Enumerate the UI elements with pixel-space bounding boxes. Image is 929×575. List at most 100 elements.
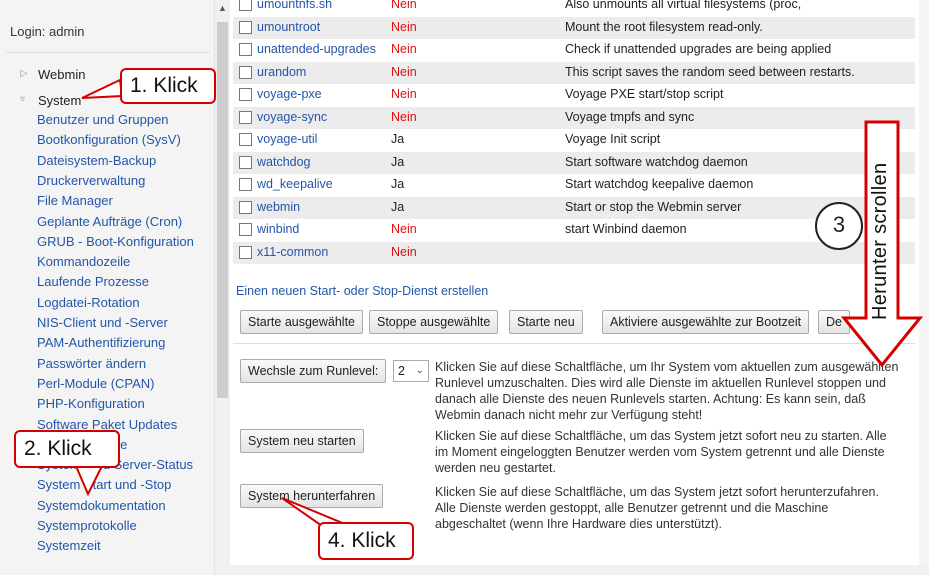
row-checkbox[interactable] — [239, 43, 252, 56]
service-name-link[interactable]: urandom — [257, 65, 306, 79]
service-description: Start or stop the Webmin server — [565, 199, 742, 214]
text-line: danach alle Dienste des neuen Runlevels … — [435, 392, 866, 406]
service-description: This script saves the random seed betwee… — [565, 64, 855, 79]
sidebar-menu-item[interactable]: Systemdokumentation — [37, 498, 166, 513]
sidebar-divider — [6, 52, 210, 53]
boot-status: Nein — [391, 244, 417, 259]
service-name-link[interactable]: wd_keepalive — [257, 177, 333, 191]
row-checkbox[interactable] — [239, 0, 252, 11]
row-checkbox[interactable] — [239, 200, 252, 214]
horizontal-scrollbar[interactable] — [229, 565, 929, 575]
sidebar-menu-item[interactable]: Systemprotokolle — [37, 518, 137, 533]
sidebar-category-system[interactable]: ▿ System — [20, 93, 81, 108]
sidebar-menu-item[interactable]: Kommandozeile — [37, 254, 130, 269]
callout-4: 4. Klick — [318, 522, 414, 560]
service-name-link[interactable]: winbind — [257, 222, 299, 236]
table-row: winbind Nein start Winbind daemon — [233, 219, 915, 241]
boot-status: Nein — [391, 109, 417, 124]
table-row: voyage-util Ja Voyage Init script — [233, 129, 915, 151]
change-runlevel-button[interactable]: Wechsle zum Runlevel: — [240, 359, 387, 383]
boot-status: Nein — [391, 19, 417, 34]
sidebar-menu-item[interactable]: Laufende Prozesse — [37, 274, 149, 289]
boot-status: Nein — [391, 64, 417, 79]
sidebar-category-label: System — [38, 93, 82, 108]
sidebar-scroll-thumb[interactable] — [217, 22, 228, 398]
sidebar-menu-item[interactable]: Bootkonfiguration (SysV) — [37, 132, 181, 147]
text-line: im Moment eingeloggten Benutzer werden v… — [435, 445, 885, 459]
runlevel-explanation: Klicken Sie auf diese Schaltfläche, um I… — [435, 359, 898, 423]
create-service-link[interactable]: Einen neuen Start- oder Stop-Dienst erst… — [236, 284, 488, 298]
service-description: Check if unattended upgrades are being a… — [565, 42, 832, 56]
service-name-link[interactable]: watchdog — [257, 155, 311, 169]
callout-1: 1. Klick — [120, 68, 216, 104]
table-row: wd_keepalive Ja Start watchdog keepalive d… — [233, 174, 915, 196]
restart-button[interactable]: Starte neu — [509, 310, 583, 334]
sidebar-menu-item[interactable]: GRUB - Boot-Konfiguration — [37, 234, 194, 249]
sidebar-menu-item[interactable]: Passwörter ändern — [37, 356, 146, 371]
sidebar-menu-item[interactable]: Geplante Aufträge (Cron) — [37, 214, 182, 229]
service-name-link[interactable]: umountroot — [257, 20, 320, 34]
sidebar-menu-item[interactable]: PHP-Konfiguration — [37, 396, 145, 411]
row-checkbox[interactable] — [239, 65, 252, 79]
sidebar-category-webmin[interactable]: ▷ Webmin — [20, 67, 85, 82]
service-description: Voyage Init script — [565, 132, 661, 146]
boot-status: Nein — [391, 222, 417, 236]
table-row: voyage-sync Nein Voyage tmpfs and sync — [233, 106, 915, 129]
sidebar-menu-item[interactable]: System Start und -Stop — [37, 477, 171, 492]
chevron-down-icon: ⌄ — [415, 365, 424, 376]
table-row: urandom Nein This script saves the random … — [233, 61, 915, 84]
service-name-link[interactable]: voyage-util — [257, 132, 317, 146]
row-checkbox[interactable] — [239, 178, 252, 191]
service-description: Mount the root filesystem read-only. — [565, 19, 763, 34]
row-checkbox[interactable] — [239, 245, 252, 259]
sidebar-menu-item[interactable]: Benutzer und Gruppen — [37, 112, 169, 127]
service-description: Also unmounts all virtual filesystems (p… — [565, 0, 802, 11]
sidebar-scrollbar[interactable]: ▲ — [214, 0, 230, 575]
service-name-link[interactable]: voyage-sync — [257, 110, 327, 124]
row-checkbox[interactable] — [239, 88, 252, 101]
service-name-link[interactable]: webmin — [257, 200, 300, 214]
table-row: x11-common Nein — [233, 241, 915, 264]
shutdown-button[interactable]: System herunterfahren — [240, 484, 384, 508]
scroll-up-arrow-icon[interactable]: ▲ — [218, 3, 227, 13]
table-row: voyage-pxe Nein Voyage PXE start/stop scri… — [233, 84, 915, 106]
text-line: Klicken Sie auf diese Schaltfläche, um d… — [435, 429, 887, 443]
text-line: Alle Dienste werden gestoppt, alle Benut… — [435, 501, 829, 515]
row-checkbox[interactable] — [239, 133, 252, 146]
service-description: Voyage tmpfs and sync — [565, 109, 695, 124]
sidebar-menu-item[interactable]: PAM-Authentifizierung — [37, 335, 165, 350]
deactivate-at-boot-button[interactable]: De — [818, 310, 850, 334]
sidebar-menu-item[interactable]: Dateisystem-Backup — [37, 153, 156, 168]
row-checkbox[interactable] — [239, 110, 252, 124]
text-line: Klicken Sie auf diese Schaltfläche, um I… — [435, 360, 899, 374]
service-name-link[interactable]: umountnfs.sh — [257, 0, 332, 11]
text-line: Runlevel umzuschalten. Dies wird alle Di… — [435, 376, 886, 390]
activate-at-boot-button[interactable]: Aktiviere ausgewählte zur Bootzeit — [602, 310, 810, 334]
expanded-triangle-icon: ▿ — [20, 94, 26, 105]
service-name-link[interactable]: unattended-upgrades — [257, 42, 376, 56]
sidebar-menu-item[interactable]: Perl-Module (CPAN) — [37, 376, 155, 391]
sidebar-category-label: Webmin — [38, 67, 86, 82]
reboot-button[interactable]: System neu starten — [240, 429, 364, 453]
shutdown-explanation: Klicken Sie auf diese Schaltfläche, um d… — [435, 484, 879, 532]
row-checkbox[interactable] — [239, 155, 252, 169]
sidebar-menu-item[interactable]: Systemzeit — [37, 538, 101, 553]
start-selected-button[interactable]: Starte ausgewählte — [240, 310, 364, 334]
service-description: Start watchdog keepalive daemon — [565, 177, 754, 191]
sidebar-menu-item[interactable]: Logdatei-Rotation — [37, 295, 140, 310]
sidebar-menu-item[interactable]: File Manager — [37, 193, 113, 208]
stop-selected-button[interactable]: Stoppe ausgewählte — [369, 310, 499, 334]
text-line: Klicken Sie auf diese Schaltfläche, um d… — [435, 485, 879, 499]
text-line: werden neu gestartet. — [435, 461, 556, 475]
callout-2: 2. Klick — [14, 430, 120, 468]
service-name-link[interactable]: x11-common — [257, 245, 328, 259]
row-checkbox[interactable] — [239, 223, 252, 236]
table-row: umountroot Nein Mount the root filesystem … — [233, 16, 915, 39]
row-checkbox[interactable] — [239, 20, 252, 34]
main-content: umountnfs.sh Nein Also unmounts all virtua… — [229, 0, 919, 575]
main-vertical-scrollbar[interactable] — [919, 0, 929, 565]
runlevel-select[interactable]: 2 ⌄ — [393, 360, 429, 382]
service-name-link[interactable]: voyage-pxe — [257, 87, 322, 101]
sidebar-menu-item[interactable]: NIS-Client und -Server — [37, 315, 168, 330]
sidebar-menu-item[interactable]: Druckerverwaltung — [37, 173, 145, 188]
